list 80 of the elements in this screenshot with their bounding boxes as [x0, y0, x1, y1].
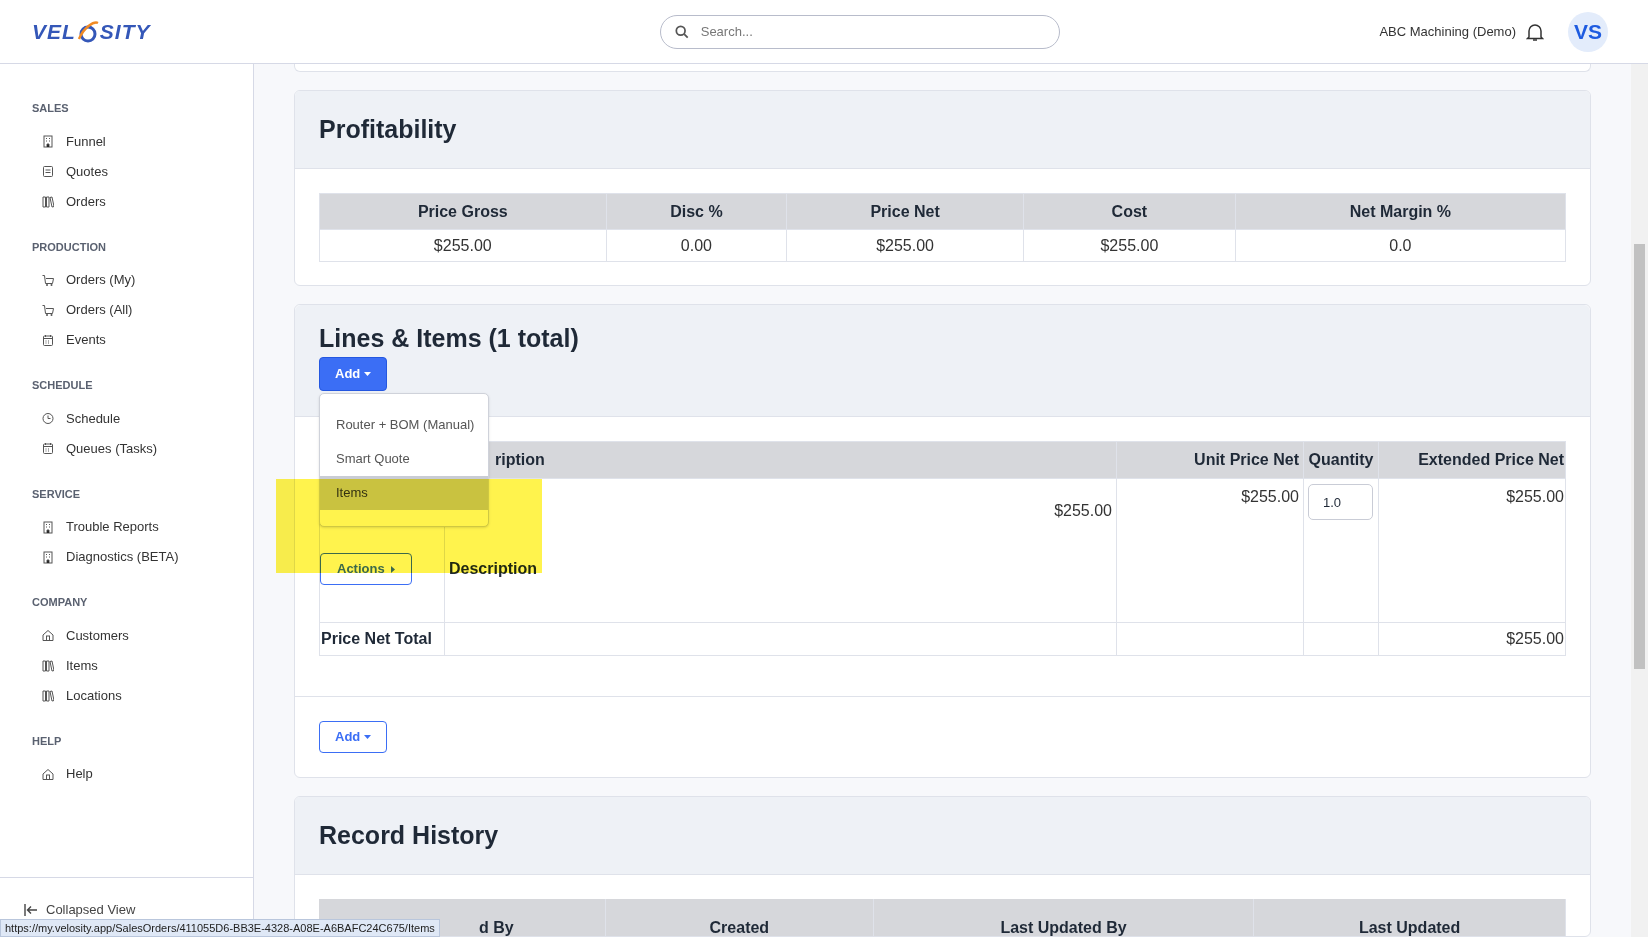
card-title: Lines & Items (1 total) — [319, 323, 580, 353]
building-icon — [42, 550, 54, 564]
sidebar-item[interactable]: Locations — [32, 680, 253, 711]
description-label: Description — [449, 560, 537, 577]
sidebar-item[interactable]: Quotes — [32, 156, 253, 187]
calendar-icon — [42, 333, 54, 347]
add-button[interactable]: Add — [319, 721, 388, 753]
table-cell: $255.00 — [433, 236, 492, 254]
status-url: https://my.velosity.app/SalesOrders/411055D6-BB3E-4328-A08E-A6BAFC24C675/Items — [0, 919, 440, 937]
column-header: Extended Price Net — [1418, 451, 1564, 468]
house-icon — [42, 629, 54, 642]
logo-text: SITY — [99, 18, 151, 45]
building-icon — [42, 520, 54, 534]
books-icon — [42, 689, 54, 702]
section-heading: PRODUCTION — [32, 239, 107, 255]
house-icon — [42, 767, 54, 781]
column-header: Disc % — [670, 202, 723, 220]
section-heading: COMPANY — [32, 595, 89, 610]
sidebar-item[interactable]: Help — [32, 759, 253, 789]
cart-icon — [42, 273, 54, 287]
menu-item[interactable]: Router + BOM (Manual) — [320, 408, 488, 442]
table-cell: $255.00 — [876, 236, 934, 254]
quantity-field[interactable]: 1.0 — [1308, 484, 1373, 520]
sidebar-item[interactable]: Diagnostics (BETA) — [32, 542, 253, 572]
collapse-icon — [24, 903, 38, 916]
cart-icon — [42, 303, 54, 317]
collapse-button[interactable]: Collapsed View — [24, 900, 253, 920]
books-icon — [42, 195, 54, 208]
sidebar-item[interactable]: Schedule — [32, 403, 253, 434]
building-icon — [42, 135, 54, 148]
column-header: Net Margin % — [1349, 202, 1452, 220]
books-icon — [42, 659, 54, 672]
sidebar-item[interactable]: Funnel — [32, 126, 253, 157]
company-name: ABC Machining (Demo) — [1379, 22, 1516, 41]
orbit-logo-icon — [75, 18, 100, 45]
column-header: Unit Price Net — [1194, 451, 1299, 468]
card-title: Profitability — [319, 113, 457, 145]
bell-icon[interactable] — [1526, 21, 1544, 42]
caret-icon — [364, 735, 372, 739]
sidebar-item[interactable]: Events — [32, 325, 253, 355]
collapse-label: Collapsed View — [46, 901, 136, 919]
table-cell: $255.00 — [1506, 630, 1564, 647]
caret-icon — [364, 372, 372, 376]
sidebar-item[interactable]: Customers — [32, 620, 253, 651]
column-header: ription — [495, 451, 545, 468]
sidebar-item[interactable]: Orders (All) — [32, 295, 253, 325]
sidebar-item[interactable]: Queues (Tasks) — [32, 433, 253, 464]
section-heading: HELP — [32, 733, 63, 749]
column-header: Created — [709, 918, 770, 936]
calendar-icon — [42, 442, 54, 455]
total-label: Price Net Total — [321, 630, 432, 647]
column-header: Last Updated — [1358, 918, 1461, 936]
search-field[interactable]: Search... — [659, 14, 1060, 49]
logo-text: VEL — [32, 18, 76, 45]
add-button[interactable]: Add — [319, 357, 388, 391]
table-cell: $255.00 — [1100, 236, 1159, 254]
clock-icon — [42, 412, 54, 425]
table-cell: 0.00 — [680, 236, 712, 254]
sidebar-item[interactable]: Orders — [32, 186, 253, 217]
user-avatar[interactable]: VS — [1568, 11, 1608, 52]
column-header: Price Gross — [417, 202, 508, 220]
search-icon — [674, 24, 689, 39]
sidebar-item[interactable]: Items — [32, 650, 253, 681]
table-cell: 0.0 — [1389, 236, 1412, 254]
price-text: $255.00 — [1054, 501, 1112, 521]
section-heading: SCHEDULE — [32, 378, 94, 393]
column-header: Quantity — [1308, 451, 1374, 468]
section-heading: SALES — [32, 101, 70, 116]
sidebar-item[interactable]: Orders (My) — [32, 265, 253, 295]
column-header: d By — [479, 918, 514, 936]
column-header: Cost — [1111, 202, 1148, 220]
column-header: Last Updated By — [1000, 918, 1127, 936]
section-heading: SERVICE — [32, 486, 82, 502]
table-cell: $255.00 — [1506, 488, 1564, 505]
document-icon — [42, 165, 54, 178]
menu-item[interactable]: Smart Quote — [320, 442, 488, 476]
column-header: Price Net — [870, 202, 940, 220]
sidebar-item[interactable]: Trouble Reports — [32, 512, 253, 542]
card-title: Record History — [319, 819, 499, 851]
table-cell: $255.00 — [1241, 488, 1299, 505]
